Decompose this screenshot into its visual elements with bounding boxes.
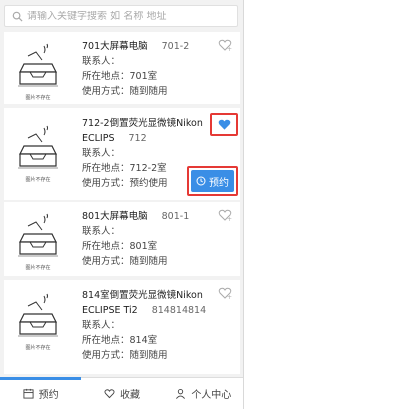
thumbnail-caption: 图片不存在 [25,95,51,101]
bottom-tab-bar: 预约 收藏 个人中心 [0,377,243,409]
location-value: 801室 [129,241,158,252]
item-info: 801大屏幕电脑 801-1 联系人： 所在地点：801室 使用方式：随到随用 [82,209,189,269]
item-title: 801大屏幕电脑 [82,211,148,222]
location-label: 所在地点： [82,241,130,252]
thumbnail-placeholder: 图片不存在 [16,42,60,102]
heart-outline-icon[interactable]: + [218,208,232,222]
heart-outline-icon [104,389,115,399]
calendar-icon [23,388,34,399]
contact-label: 联系人： [82,226,121,237]
usage-value: 随到随用 [129,256,168,267]
location-label: 所在地点： [82,335,130,346]
list-item[interactable]: 图片不存在 814室倒置荧光显微镜Nikon ECLIPSE Ti2 814814… [4,280,240,374]
search-input[interactable] [27,10,227,22]
item-info: 814室倒置荧光显微镜Nikon ECLIPSE Ti2 814814814 联系… [82,288,206,363]
heart-outline-icon[interactable]: + [218,286,232,300]
thumbnail-caption: 图片不存在 [25,345,51,351]
item-code: 801-1 [161,211,190,222]
contact-label: 联系人： [82,56,121,67]
search-bar [0,0,243,32]
usage-label: 使用方式： [82,86,130,97]
tab-label: 个人中心 [191,390,232,401]
search-icon [12,11,23,22]
item-title-line2: ECLIPS [82,133,115,144]
app-screen: 图片不存在 701大屏幕电脑701-2 联系人： 所在地点：701室 使用方式：… [0,0,244,409]
usage-value: 随到随用 [129,350,168,361]
usage-label: 使用方式： [82,178,130,189]
empty-tray-icon [18,293,58,337]
book-button-label: 预约 [209,177,229,189]
tab-label: 收藏 [119,390,140,401]
empty-tray-icon [18,125,58,169]
contact-label: 联系人： [82,148,121,159]
book-button[interactable]: 预约 [191,170,234,192]
thumbnail-caption: 图片不存在 [25,265,51,271]
thumbnail-placeholder: 图片不存在 [16,292,60,352]
svg-text:+: + [227,46,232,52]
thumbnail-placeholder: 图片不存在 [16,212,60,272]
item-code: 712 [128,133,147,144]
tab-profile[interactable]: 个人中心 [163,378,243,409]
svg-text:+: + [227,294,232,300]
svg-text:+: + [227,216,232,222]
list-item[interactable]: 图片不存在 712-2倒置荧光显微镜Nikon ECLIPS 712 联系人： 所… [4,108,240,200]
tab-label: 预约 [38,390,59,401]
location-value: 701室 [129,71,158,82]
location-label: 所在地点： [82,71,130,82]
location-label: 所在地点： [82,163,130,174]
item-title: 712-2倒置荧光显微镜Nikon [82,118,203,129]
heart-filled-icon[interactable] [218,118,231,131]
tab-favorites[interactable]: 收藏 [81,378,162,409]
person-icon [176,389,186,399]
location-value: 712-2室 [129,163,167,174]
heart-outline-icon[interactable]: + [218,38,232,52]
clock-icon [196,176,206,186]
item-info: 701大屏幕电脑 701-2 联系人： 所在地点：701室 使用方式：随到随用 [82,39,189,99]
thumbnail-caption: 图片不存在 [25,177,51,183]
list-item[interactable]: 图片不存在 801大屏幕电脑 801-1 联系人： 所在地点：801室 使用方式：… [4,202,240,276]
empty-tray-icon [18,213,58,257]
usage-value: 随到随用 [129,86,168,97]
usage-value: 预约使用 [129,178,168,189]
thumbnail-placeholder: 图片不存在 [16,124,60,184]
item-title-line2: ECLIPSE Ti2 [82,305,138,316]
empty-tray-icon [18,43,58,87]
item-code: 701-2 [161,41,190,52]
item-title: 814室倒置荧光显微镜Nikon [82,290,203,301]
item-code: 814814814 [151,305,207,316]
usage-label: 使用方式： [82,256,130,267]
search-box[interactable] [4,5,238,27]
list-item[interactable]: 图片不存在 701大屏幕电脑 701-2 联系人： 所在地点：701室 使用方式：… [4,32,240,104]
item-title: 701大屏幕电脑 [82,41,148,52]
usage-label: 使用方式： [82,350,130,361]
contact-label: 联系人： [82,320,121,331]
tab-booking[interactable]: 预约 [0,377,82,409]
location-value: 814室 [129,335,158,346]
item-info: 712-2倒置荧光显微镜Nikon ECLIPS 712 联系人： 所在地点：71… [82,116,203,191]
